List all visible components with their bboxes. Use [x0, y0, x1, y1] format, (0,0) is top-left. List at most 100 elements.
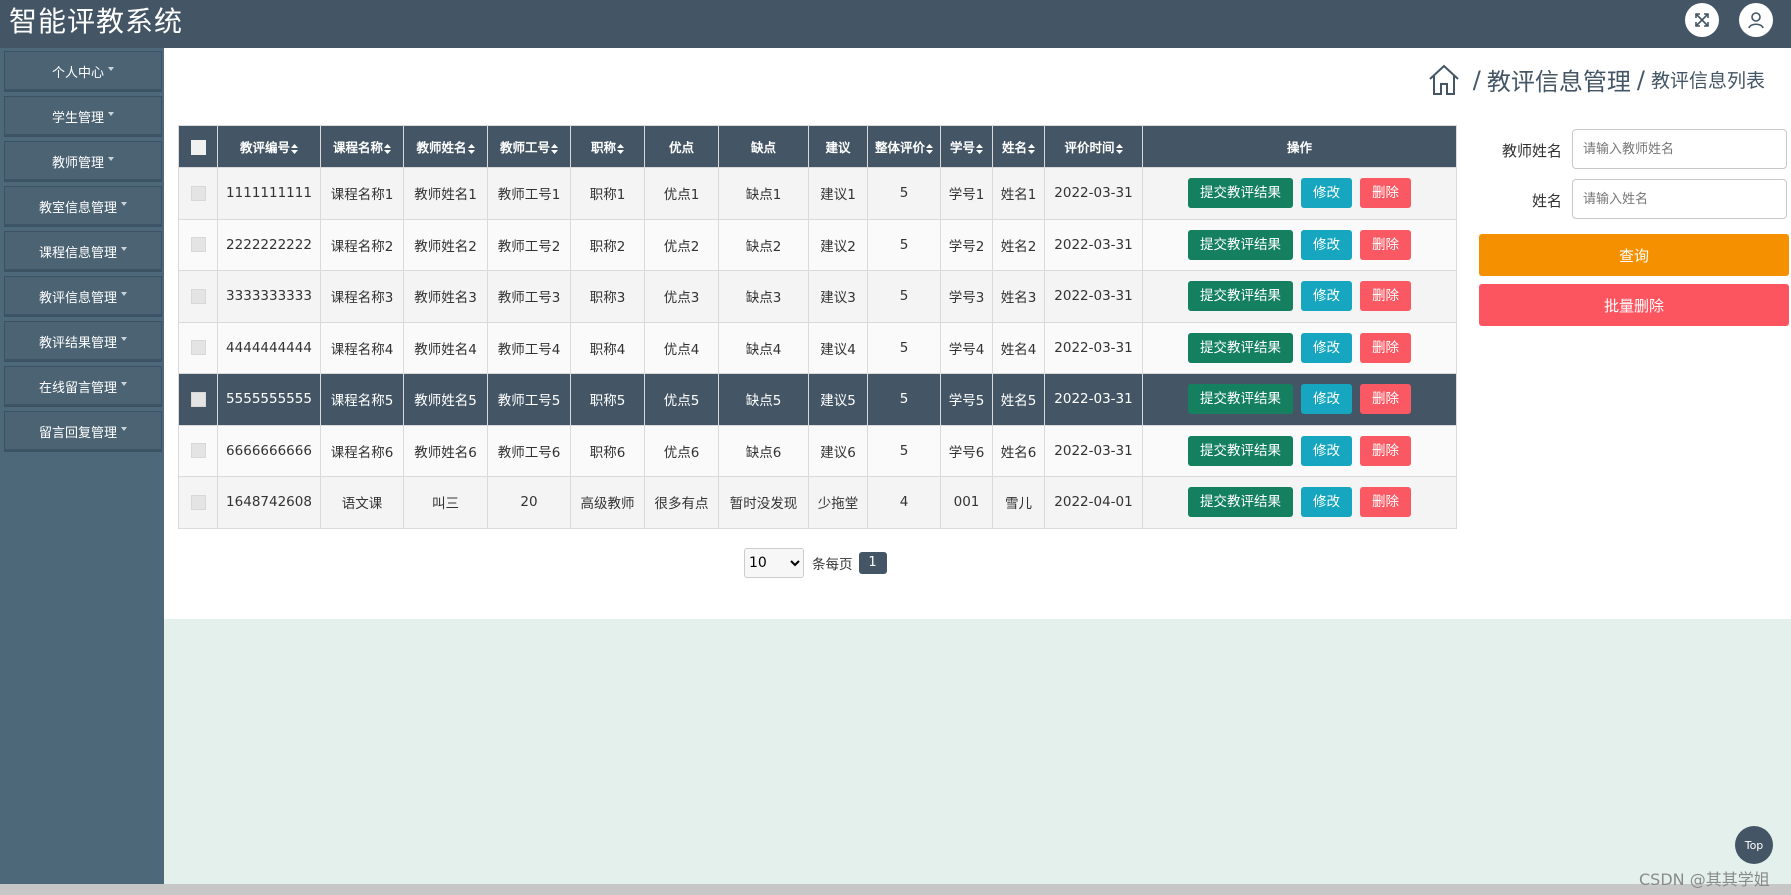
submit-evaluation-button[interactable]: 提交教评结果 [1188, 229, 1293, 260]
table-row[interactable]: 6666666666 课程名称6 教师姓名6 教师工号6 职称6 优点6 缺点6 建议6 5 学号… [178, 424, 1457, 477]
submit-evaluation-button[interactable]: 提交教评结果 [1188, 178, 1293, 209]
table-row[interactable]: 3333333333 课程名称3 教师姓名3 教师工号3 职称3 优点3 缺点3 建议3 5 学号… [178, 270, 1457, 323]
page-number-current[interactable]: 1 [858, 552, 887, 574]
delete-button[interactable]: 删除 [1360, 281, 1411, 312]
user-button[interactable] [1739, 3, 1773, 37]
table-cell: 6666666666 [217, 424, 321, 477]
submit-evaluation-button[interactable]: 提交教评结果 [1188, 384, 1293, 415]
caret-down-icon [108, 156, 114, 161]
column-header-overall-rating[interactable]: 整体评价 [867, 125, 941, 168]
table-cell: 姓名3 [992, 270, 1045, 323]
table-cell: 建议6 [808, 424, 868, 477]
table-cell: 教师工号5 [487, 373, 571, 426]
table-cell: 5 [867, 270, 941, 323]
fullscreen-button[interactable] [1685, 3, 1719, 37]
column-header-eval-time[interactable]: 评价时间 [1044, 125, 1143, 168]
row-checkbox[interactable] [190, 391, 206, 407]
submit-evaluation-button[interactable]: 提交教评结果 [1188, 281, 1293, 312]
table-cell: 缺点1 [718, 167, 809, 220]
home-icon[interactable] [1427, 63, 1461, 97]
table-cell: 2022-03-31 [1044, 321, 1143, 374]
row-select-cell [178, 167, 218, 220]
sidebar-item-label: 课程信息管理 [38, 246, 117, 261]
name-input[interactable] [1572, 179, 1787, 219]
sidebar-item-teacher-management[interactable]: 教师管理 [4, 141, 162, 182]
select-all-checkbox[interactable] [190, 139, 206, 155]
caret-down-icon [121, 426, 127, 431]
query-button[interactable]: 查询 [1479, 234, 1789, 276]
delete-button[interactable]: 删除 [1360, 332, 1411, 363]
submit-evaluation-button[interactable]: 提交教评结果 [1188, 487, 1293, 518]
table-cell: 姓名4 [992, 321, 1045, 374]
delete-button[interactable]: 删除 [1360, 229, 1411, 260]
caret-down-icon [108, 66, 114, 71]
submit-evaluation-button[interactable]: 提交教评结果 [1188, 435, 1293, 466]
edit-button[interactable]: 修改 [1301, 178, 1352, 209]
sidebar-item-personal-center[interactable]: 个人中心 [4, 51, 162, 92]
horizontal-scrollbar[interactable] [0, 884, 1791, 895]
edit-button[interactable]: 修改 [1301, 332, 1352, 363]
edit-button[interactable]: 修改 [1301, 487, 1352, 518]
table-cell: 姓名2 [992, 218, 1045, 271]
table-row[interactable]: 1111111111 课程名称1 教师姓名1 教师工号1 职称1 优点1 缺点1 建议1 5 学号… [178, 167, 1457, 220]
row-checkbox[interactable] [190, 288, 206, 304]
edit-button[interactable]: 修改 [1301, 384, 1352, 415]
teacher-name-input[interactable] [1572, 129, 1787, 169]
row-checkbox[interactable] [190, 443, 206, 459]
submit-evaluation-button[interactable]: 提交教评结果 [1188, 332, 1293, 363]
delete-button[interactable]: 删除 [1360, 487, 1411, 518]
table-cell: 建议5 [808, 373, 868, 426]
column-header-teacher-name[interactable]: 教师姓名 [403, 125, 488, 168]
row-checkbox[interactable] [190, 340, 206, 356]
column-header-student-name[interactable]: 姓名 [992, 125, 1045, 168]
column-header-title[interactable]: 职称 [570, 125, 645, 168]
table-row[interactable]: 5555555555 课程名称5 教师姓名5 教师工号5 职称5 优点5 缺点5 建议5 5 学号… [178, 373, 1457, 426]
row-checkbox[interactable] [190, 185, 206, 201]
table-cell: 5 [867, 321, 941, 374]
sort-icon [467, 143, 475, 154]
table-cell: 学号6 [940, 424, 993, 477]
table-cell: 教师姓名5 [403, 373, 488, 426]
table-cell: 建议2 [808, 218, 868, 271]
table-cell: 3333333333 [217, 270, 321, 323]
edit-button[interactable]: 修改 [1301, 281, 1352, 312]
sort-icon [1028, 143, 1035, 154]
sidebar-item-online-messages[interactable]: 在线留言管理 [4, 366, 162, 407]
table-row[interactable]: 4444444444 课程名称4 教师姓名4 教师工号4 职称4 优点4 缺点4 建议4 5 学号… [178, 321, 1457, 374]
table-cell: 教师工号1 [487, 167, 571, 220]
column-header-eval-id[interactable]: 教评编号 [217, 125, 321, 168]
actions-cell: 提交教评结果 修改 删除 [1142, 424, 1457, 477]
sort-icon [1115, 143, 1123, 154]
delete-button[interactable]: 删除 [1360, 435, 1411, 466]
column-header-course-name[interactable]: 课程名称 [320, 125, 404, 168]
per-page-text: 条每页 [812, 557, 853, 573]
table-cell: 2222222222 [217, 218, 321, 271]
column-header-student-id[interactable]: 学号 [940, 125, 993, 168]
sidebar-item-classroom-info[interactable]: 教室信息管理 [4, 186, 162, 227]
table-row[interactable]: 1648742608 语文课 叫三 20 高级教师 很多有点 暂时没发现 少拖堂 4 001 雪儿 2… [178, 476, 1457, 529]
caret-down-icon [121, 291, 127, 296]
sidebar-item-evaluation-results[interactable]: 教评结果管理 [4, 321, 162, 362]
batch-delete-button[interactable]: 批量删除 [1479, 284, 1789, 326]
breadcrumb-level1[interactable]: 教评信息管理 [1487, 62, 1631, 97]
sidebar-item-course-info[interactable]: 课程信息管理 [4, 231, 162, 272]
column-header-teacher-id[interactable]: 教师工号 [487, 125, 571, 168]
table-cell: 2022-03-31 [1044, 270, 1143, 323]
delete-button[interactable]: 删除 [1360, 178, 1411, 209]
sidebar-item-message-replies[interactable]: 留言回复管理 [4, 411, 162, 452]
delete-button[interactable]: 删除 [1360, 384, 1411, 415]
edit-button[interactable]: 修改 [1301, 435, 1352, 466]
table-cell: 优点1 [644, 167, 719, 220]
table-cell: 学号5 [940, 373, 993, 426]
sidebar-item-student-management[interactable]: 学生管理 [4, 96, 162, 137]
sidebar-item-evaluation-info[interactable]: 教评信息管理 [4, 276, 162, 317]
table-row[interactable]: 2222222222 课程名称2 教师姓名2 教师工号2 职称2 优点2 缺点2 建议2 5 学号… [178, 218, 1457, 271]
row-select-cell [178, 373, 218, 426]
row-checkbox[interactable] [190, 237, 206, 253]
sidebar-item-label: 教评信息管理 [38, 291, 117, 306]
column-header-actions: 操作 [1142, 125, 1457, 168]
row-checkbox[interactable] [190, 494, 206, 510]
page-size-select[interactable]: 10 [744, 548, 804, 578]
back-to-top-button[interactable]: Top [1735, 826, 1773, 864]
edit-button[interactable]: 修改 [1301, 229, 1352, 260]
